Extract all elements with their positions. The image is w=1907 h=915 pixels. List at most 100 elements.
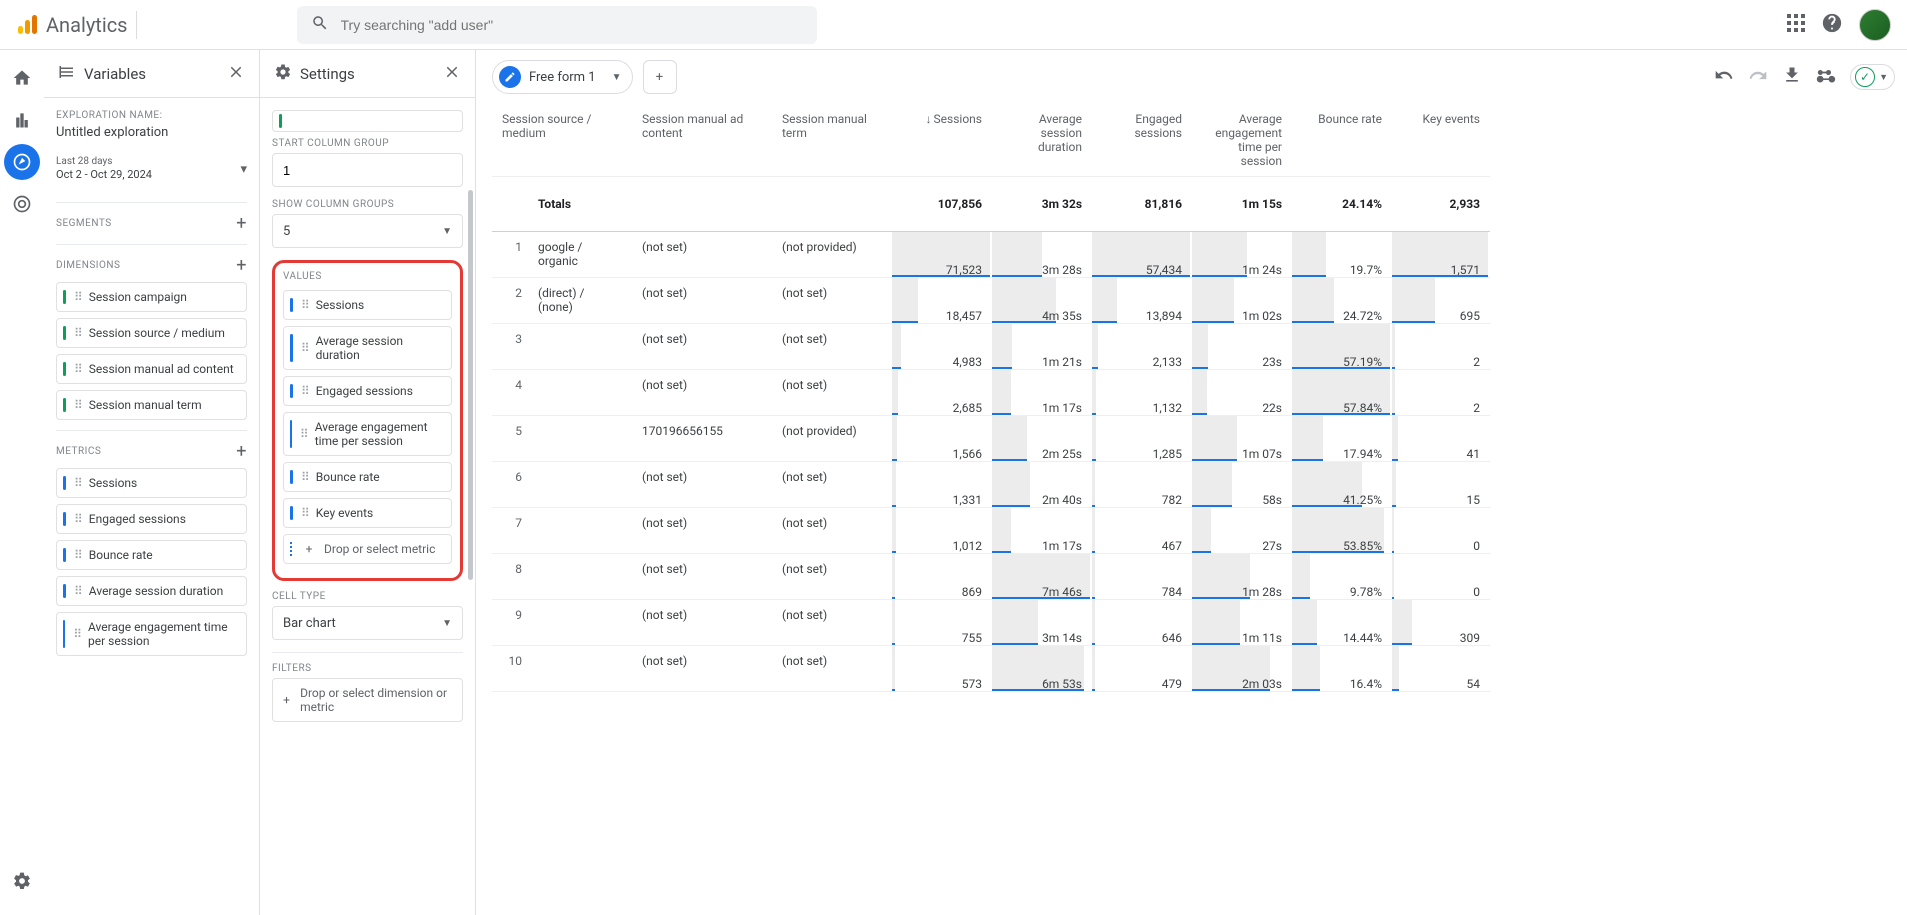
metric-chip[interactable]: ⠿Average session duration [56,576,247,606]
grip-icon: ⠿ [74,363,83,375]
exploration-name[interactable]: Untitled exploration [56,125,247,140]
share-icon[interactable] [1816,65,1836,89]
dimension-chip[interactable]: ⠿Session campaign [56,282,247,312]
metric-cell: 9.78% [1292,554,1392,600]
add-metric-button[interactable]: + [236,441,247,462]
close-icon[interactable] [227,63,245,85]
cell-dim1: 4 [492,370,632,416]
rail-home[interactable] [4,60,40,96]
close-icon[interactable] [443,63,461,85]
cell-value: 4,983 [943,355,992,369]
data-table: Session source / medium Session manual a… [492,104,1895,915]
metric-cell: 1,012 [892,508,992,554]
metric-cell: 2,685 [892,370,992,416]
metric-cell: 57.19% [1292,324,1392,370]
metric-chip[interactable]: ⠿Sessions [56,468,247,498]
cell-value: 22s [1252,401,1292,415]
dimension-chip[interactable]: ⠿Session source / medium [56,318,247,348]
value-chip[interactable]: ⠿Key events [283,498,452,528]
redo-icon[interactable] [1748,65,1768,89]
totals-sessions: 107,856 [892,177,992,232]
rail-explore[interactable] [4,144,40,180]
cell-dim2: (not set) [632,508,772,554]
search-input[interactable] [341,17,803,33]
col-avg-engagement-time[interactable]: Average engagement time per session [1192,104,1292,177]
col-sessions[interactable]: ↓Sessions [892,104,992,177]
avatar[interactable] [1859,9,1891,41]
cell-value: google / organic [538,240,622,268]
show-column-groups-value: 5 [283,224,290,239]
rail-admin[interactable] [4,863,40,899]
dimension-chip[interactable]: ⠿Session manual term [56,390,247,420]
col-session-manual-ad-content[interactable]: Session manual ad content [632,104,772,177]
start-column-group-input[interactable] [272,153,463,187]
metric-cell: 1,566 [892,416,992,462]
cell-value: 2,133 [1143,355,1192,369]
add-segment-button[interactable]: + [236,213,247,234]
undo-icon[interactable] [1714,65,1734,89]
search-icon [311,14,329,36]
cell-dim3: (not set) [772,600,892,646]
cell-value: 24.72% [1333,309,1392,323]
cell-value: 1m 21s [1032,355,1092,369]
date-range-selector[interactable]: Last 28 days Oct 2 - Oct 29, 2024 ▾ [56,154,247,192]
dimension-chip[interactable]: ⠿Session manual ad content [56,354,247,384]
status-indicator[interactable]: ✓ ▼ [1850,64,1895,90]
col-session-source-medium[interactable]: Session source / medium [492,104,632,177]
chip-label: Key events [316,506,373,520]
chip-label: Session manual term [89,398,202,412]
metric-cell: 467 [1092,508,1192,554]
metric-chip[interactable]: ⠿Engaged sessions [56,504,247,534]
search-box[interactable] [297,6,817,44]
tab-freeform-1[interactable]: Free form 1 ▼ [492,60,633,94]
cell-dim1: 5 [492,416,632,462]
metric-cell: 24.72% [1292,278,1392,324]
metric-cell: 27s [1192,508,1292,554]
col-bounce-rate[interactable]: Bounce rate [1292,104,1392,177]
cell-dim1: 7 [492,508,632,554]
drop-metric-target[interactable]: + Drop or select metric [283,534,452,564]
rail-reports[interactable] [4,102,40,138]
show-column-groups-select[interactable]: 5 ▼ [272,214,463,248]
cell-type-select[interactable]: Bar chart ▼ [272,606,463,640]
top-header: Analytics [0,0,1907,50]
metric-chip[interactable]: ⠿Average engagement time per session [56,612,247,656]
col-avg-session-duration[interactable]: Average session duration [992,104,1092,177]
add-dimension-button[interactable]: + [236,255,247,276]
start-column-group-field[interactable] [283,163,452,178]
metric-cell: 1,571 [1392,232,1490,278]
metric-cell: 784 [1092,554,1192,600]
apps-icon[interactable] [1787,14,1805,36]
value-chip[interactable]: ⠿ Sessions [283,290,452,320]
table-row: 10(not set)(not set)5736m 53s4792m 03s16… [492,646,1895,692]
chip-label: Sessions [316,298,364,312]
metric-cell: 6m 53s [992,646,1092,692]
value-chip[interactable]: ⠿Engaged sessions [283,376,452,406]
metric-cell: 3m 14s [992,600,1092,646]
metric-chip[interactable]: ⠿Bounce rate [56,540,247,570]
cell-value: 0 [1463,585,1490,599]
grip-icon: ⠿ [301,342,310,354]
col-session-manual-term[interactable]: Session manual term [772,104,892,177]
metrics-label: METRICS + [56,441,247,462]
value-chip[interactable]: ⠿Average engagement time per session [283,412,452,456]
col-engaged-sessions[interactable]: Engaged sessions [1092,104,1192,177]
value-chip[interactable]: ⠿Bounce rate [283,462,452,492]
help-icon[interactable] [1821,12,1843,38]
metric-cell: 1,331 [892,462,992,508]
scrollbar[interactable] [468,190,473,580]
sort-desc-icon: ↓ [926,112,932,126]
cell-value: 573 [952,677,992,691]
download-icon[interactable] [1782,65,1802,89]
value-chip[interactable]: ⠿Average session duration [283,326,452,370]
col-key-events[interactable]: Key events [1392,104,1490,177]
drop-filter-target[interactable]: + Drop or select dimension or metric [272,678,463,722]
rail-advertising[interactable] [4,186,40,222]
partial-chip[interactable] [272,110,463,132]
cell-value: 2m 25s [1032,447,1092,461]
chevron-down-icon: ▼ [442,226,452,237]
add-tab-button[interactable]: + [643,60,677,94]
table-row: 1google / organic(not set)(not provided)… [492,232,1895,278]
grip-icon: ⠿ [301,299,310,311]
exploration-name-label: EXPLORATION NAME: [56,110,247,121]
